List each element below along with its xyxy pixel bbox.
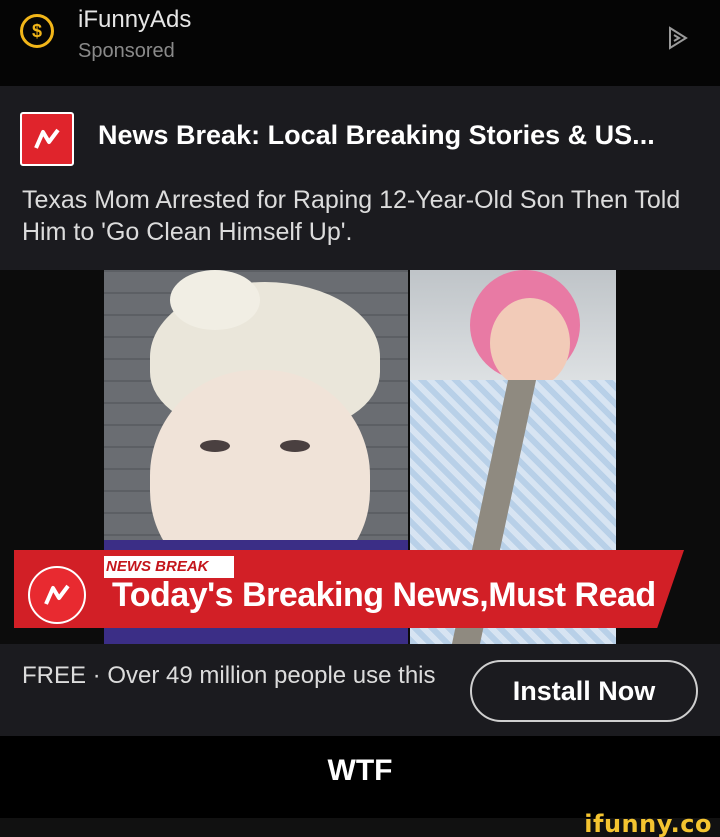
cta-description: FREE · Over 49 million people use this	[22, 662, 436, 689]
app-title[interactable]: News Break: Local Breaking Stories & US.…	[98, 120, 655, 151]
install-now-button[interactable]: Install Now	[470, 660, 698, 722]
ifunny-watermark: ifunny.co	[584, 810, 712, 837]
banner-text: Today's Breaking News,Must Read	[112, 576, 656, 614]
news-break-logo-icon[interactable]	[20, 112, 74, 166]
meme-caption: WTF	[327, 754, 393, 787]
advertiser-name[interactable]: iFunnyAds	[78, 6, 191, 34]
photo-face-right	[490, 298, 570, 388]
photo-hair-bun	[170, 270, 260, 330]
photo-eye	[280, 440, 310, 452]
sponsored-label: Sponsored	[78, 40, 175, 62]
ad-headline[interactable]: Texas Mom Arrested for Raping 12-Year-Ol…	[22, 184, 692, 248]
ad-image[interactable]: NEWS BREAK Today's Breaking News,Must Re…	[0, 270, 720, 644]
banner-label: NEWS BREAK	[104, 556, 234, 578]
news-break-logo-icon	[28, 566, 86, 624]
ad-card[interactable]: News Break: Local Breaking Stories & US.…	[0, 86, 720, 736]
ad-header: $ iFunnyAds Sponsored	[0, 0, 720, 86]
dollar-coin-icon: $	[20, 14, 54, 48]
adchoices-play-icon[interactable]	[664, 24, 692, 52]
photo-eye	[200, 440, 230, 452]
